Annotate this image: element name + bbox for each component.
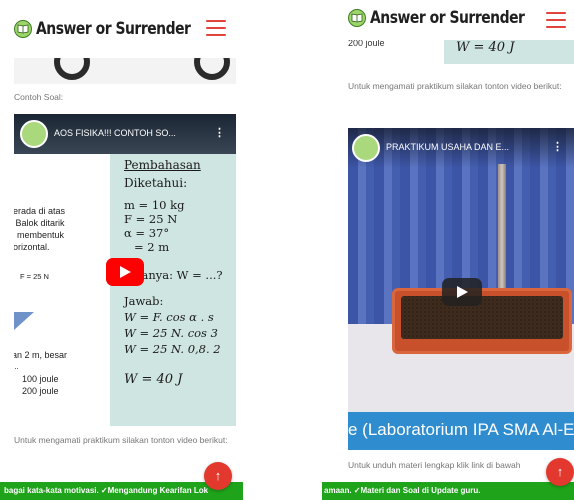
incline-shape <box>14 312 34 330</box>
board-eq2: W = 25 N. cos 3 <box>124 326 218 340</box>
choice-line: 200 joule <box>22 386 59 396</box>
scroll-top-button[interactable]: ↑ <box>204 462 232 490</box>
site-title[interactable]: Answer or Surrender <box>36 19 191 39</box>
hamburger-menu-icon[interactable] <box>546 12 566 28</box>
left-screen: Answer or Surrender Contoh Soal: AOS FIS… <box>0 0 243 500</box>
channel-avatar[interactable] <box>352 134 380 162</box>
book-logo-icon <box>348 9 366 27</box>
board-angle: α = 37° <box>124 226 170 240</box>
site-title[interactable]: Answer or Surrender <box>370 8 525 28</box>
right-screen: Answer or Surrender 200 joule W = 40 J U… <box>322 0 574 500</box>
ticker-bar[interactable]: amaan. ✓Materi dan Soal di Update guru. <box>322 482 574 500</box>
cropped-formula-panel: W = 40 J <box>444 36 574 64</box>
board-heading: Pembahasan <box>124 158 201 172</box>
video-subtitle-bar: e (Laboratorium IPA SMA Al-E <box>348 412 574 450</box>
youtube-video-player[interactable]: AOS FISIKA!!! CONTOH SO... ⋮ berada di a… <box>14 114 236 426</box>
cropped-image-strip <box>14 58 236 84</box>
soil-tray <box>392 288 572 354</box>
site-header: Answer or Surrender <box>0 0 243 58</box>
problem-line: horizontal. <box>14 242 50 252</box>
book-logo-icon <box>14 20 32 38</box>
youtube-play-button[interactable] <box>106 258 144 286</box>
more-options-icon[interactable]: ⋮ <box>214 126 225 139</box>
board-mass: m = 10 kg <box>124 198 185 212</box>
youtube-play-button[interactable] <box>442 278 482 306</box>
cropped-board-strip: 200 joule W = 40 J <box>340 36 574 64</box>
caption-watch-video: Untuk mengamati praktikum silakan tonton… <box>14 435 228 445</box>
scroll-top-button[interactable]: ↑ <box>546 458 574 486</box>
problem-line: r. Balok ditarik <box>14 218 65 228</box>
more-options-icon[interactable]: ⋮ <box>552 140 563 153</box>
caption-download: Untuk unduh materi lengkap klik link di … <box>348 460 521 470</box>
video-title[interactable]: PRAKTIKUM USAHA DAN E... <box>386 142 509 152</box>
caption-watch-video: Untuk mengamati praktikum silakan tonton… <box>348 81 562 91</box>
play-icon <box>120 266 131 278</box>
force-label: F = 25 N <box>20 272 49 281</box>
problem-line: N membentuk <box>14 230 65 240</box>
cropped-formula: W = 40 J <box>456 40 515 55</box>
board-force: F = 25 N <box>124 212 178 226</box>
board-eq3: W = 25 N. 0,8. 2 <box>124 342 221 356</box>
choice-line: ... <box>14 362 19 371</box>
board-result: W = 40 J <box>124 372 183 387</box>
video-subtitle: e (Laboratorium IPA SMA Al-E <box>348 420 574 439</box>
site-header: Answer or Surrender <box>322 0 574 40</box>
board-eq1: W = F. cos α . s <box>124 310 214 324</box>
problem-line: berada di atas <box>14 206 66 216</box>
board-distance: = 2 m <box>134 240 170 254</box>
hamburger-menu-icon[interactable] <box>206 20 226 36</box>
solution-board: Pembahasan Diketahui: m = 10 kg F = 25 N… <box>110 154 236 426</box>
choice-line: an 2 m, besar <box>14 350 68 360</box>
caption-contoh-soal: Contoh Soal: <box>14 92 64 102</box>
youtube-video-player[interactable]: PRAKTIKUM USAHA DAN E... ⋮ e (Laboratori… <box>348 128 574 450</box>
video-title[interactable]: AOS FISIKA!!! CONTOH SO... <box>54 128 176 138</box>
choice-line: 100 joule <box>22 374 59 384</box>
channel-avatar[interactable] <box>20 120 48 148</box>
board-answer: Jawab: <box>124 294 164 308</box>
board-known: Diketahui: <box>124 176 188 190</box>
play-icon <box>457 286 468 298</box>
problem-text-panel: berada di atas r. Balok ditarik N memben… <box>14 154 110 426</box>
